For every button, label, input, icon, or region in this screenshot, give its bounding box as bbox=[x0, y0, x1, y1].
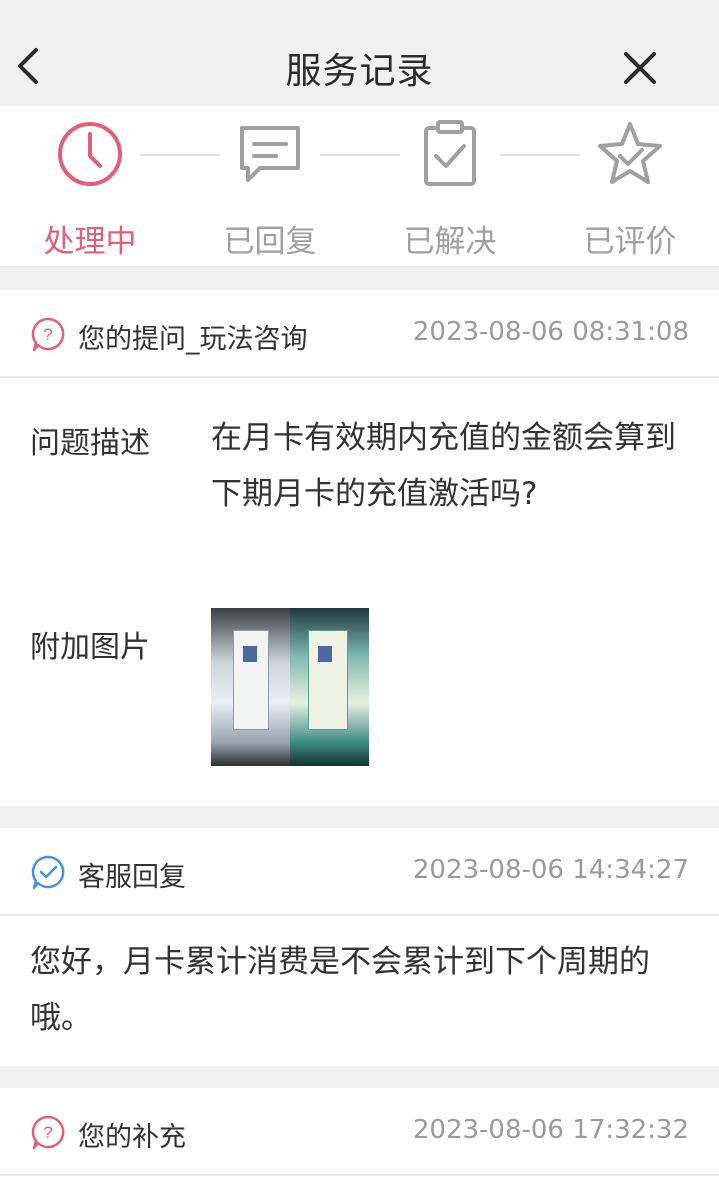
clock-icon bbox=[58, 122, 122, 186]
svg-text:?: ? bbox=[43, 1123, 52, 1142]
step-replied: 已回复 bbox=[200, 120, 340, 260]
reply-header: 客服回复 2023-08-06 14:34:27 bbox=[0, 828, 719, 916]
step-rated: 已评价 bbox=[560, 120, 700, 260]
supplement-title: 您的补充 bbox=[78, 1122, 186, 1153]
desc-label: 问题描述 bbox=[30, 426, 150, 461]
svg-text:?: ? bbox=[43, 325, 52, 344]
question-time: 2023-08-06 08:31:08 bbox=[412, 317, 689, 347]
supplement-card: ? 您的补充 2023-08-06 17:32:32 bbox=[0, 1088, 719, 1184]
question-title: 您的提问_玩法咨询 bbox=[78, 324, 308, 355]
question-bubble-icon: ? bbox=[31, 1115, 65, 1150]
question-text: 在月卡有效期内充值的金额会算到下期月卡的充值激活吗? bbox=[211, 420, 676, 512]
close-icon[interactable] bbox=[620, 48, 660, 88]
step-label: 处理中 bbox=[43, 224, 137, 260]
supplement-header: ? 您的补充 2023-08-06 17:32:32 bbox=[0, 1088, 719, 1176]
question-bubble-icon: ? bbox=[31, 317, 65, 352]
reply-time: 2023-08-06 14:34:27 bbox=[412, 855, 689, 885]
step-label: 已解决 bbox=[403, 224, 497, 260]
top-bar: 服务记录 bbox=[0, 0, 719, 106]
step-label: 已回复 bbox=[223, 224, 317, 260]
status-steps: 处理中 已回复 已解决 已评价 bbox=[0, 106, 719, 268]
question-card: ? 您的提问_玩法咨询 2023-08-06 08:31:08 问题描述 在月卡… bbox=[0, 290, 719, 806]
supplement-time: 2023-08-06 17:32:32 bbox=[412, 1115, 689, 1145]
step-processing: 处理中 bbox=[20, 120, 160, 260]
step-label: 已评价 bbox=[583, 224, 677, 260]
reply-card: 客服回复 2023-08-06 14:34:27 您好，月卡累计消费是不会累计到… bbox=[0, 828, 719, 1066]
check-bubble-icon bbox=[31, 855, 65, 890]
page-title: 服务记录 bbox=[285, 51, 434, 92]
step-resolved: 已解决 bbox=[380, 120, 520, 260]
chat-bubble-icon bbox=[240, 126, 300, 182]
reply-text: 您好，月卡累计消费是不会累计到下个周期的哦。 bbox=[30, 944, 650, 1036]
clipboard-check-icon bbox=[424, 120, 476, 186]
reply-title: 客服回复 bbox=[78, 862, 186, 893]
question-header: ? 您的提问_玩法咨询 2023-08-06 08:31:08 bbox=[0, 290, 719, 378]
attached-image-thumbnail[interactable] bbox=[211, 608, 369, 766]
star-check-icon bbox=[598, 122, 662, 184]
attach-label: 附加图片 bbox=[30, 630, 150, 665]
